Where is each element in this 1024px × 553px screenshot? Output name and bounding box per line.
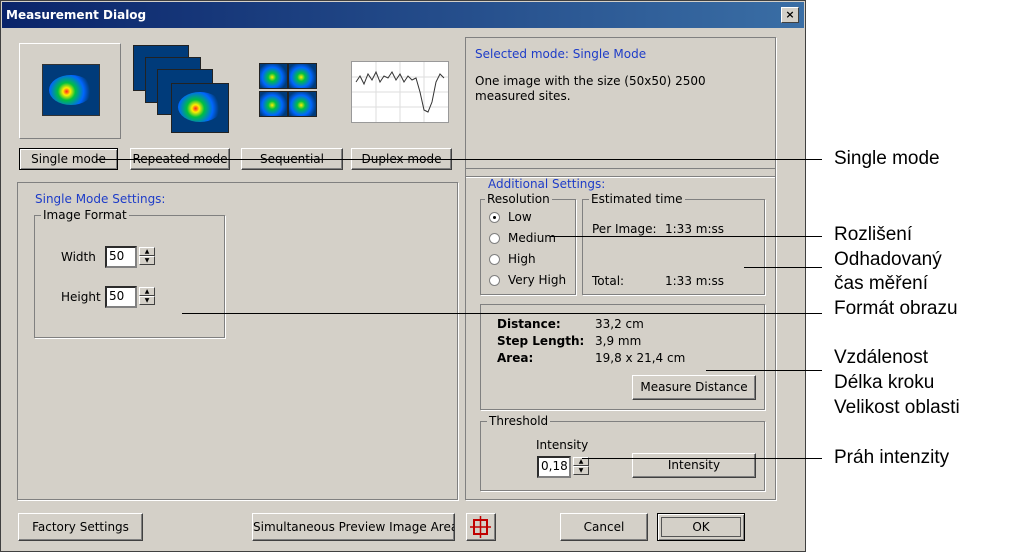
distance-value: 33,2 cm <box>595 317 644 331</box>
callout-line-threshold <box>582 458 822 459</box>
ok-button[interactable]: OK <box>657 513 745 541</box>
preview-area-button[interactable]: Simultaneous Preview Image Area <box>252 513 455 541</box>
radio-low-label[interactable]: Low <box>508 210 532 224</box>
single-mode-settings-panel: Single Mode Settings: Image Format Width… <box>17 182 458 500</box>
annotation-step-length: Délka kroku <box>834 372 935 393</box>
mode-info-panel: Selected mode: Single Mode One image wit… <box>465 37 776 177</box>
resolution-group: Resolution Low Medium High Very High <box>480 192 576 295</box>
height-label: Height <box>61 290 101 304</box>
repeated-scan-icon[interactable] <box>131 43 231 137</box>
annotation-resolution: Rozlišení <box>834 224 913 245</box>
annotation-distance: Vzdálenost <box>834 347 929 368</box>
callout-line-distance <box>706 370 822 371</box>
callout-line-image-format <box>182 313 822 314</box>
single-settings-heading: Single Mode Settings: <box>35 192 166 206</box>
radio-low[interactable] <box>489 212 500 223</box>
threshold-group: Threshold Intensity 0,18 ▲ ▼ Intensity <box>480 414 765 491</box>
resolution-legend: Resolution <box>485 192 552 206</box>
intensity-label: Intensity <box>536 438 589 452</box>
spin-down-icon[interactable]: ▼ <box>573 466 589 475</box>
step-length-value: 3,9 mm <box>595 334 642 348</box>
measurement-dialog: Measurement Dialog × Single mode Repeate… <box>0 0 806 552</box>
callout-line-resolution <box>550 236 822 237</box>
cancel-button[interactable]: Cancel <box>560 513 648 541</box>
measure-distance-button[interactable]: Measure Distance <box>632 375 756 400</box>
intensity-input[interactable]: 0,18 <box>537 456 571 478</box>
step-length-label: Step Length: <box>497 334 585 348</box>
width-spinner[interactable]: ▲ ▼ <box>139 247 155 265</box>
radio-high[interactable] <box>489 254 500 265</box>
selected-mode-heading: Selected mode: Single Mode <box>475 47 647 61</box>
distance-label: Distance: <box>497 317 561 331</box>
dialog-title: Measurement Dialog <box>6 8 147 22</box>
spin-up-icon[interactable]: ▲ <box>139 287 155 296</box>
title-bar[interactable]: Measurement Dialog × <box>2 2 804 28</box>
total-label: Total: <box>592 274 625 288</box>
additional-settings-panel: Additional Settings: Resolution Low Medi… <box>465 168 776 500</box>
callout-line-single-mode <box>96 159 822 160</box>
radio-very-high[interactable] <box>489 275 500 286</box>
annotation-area: Velikost oblasti <box>834 397 960 418</box>
width-input[interactable]: 50 <box>105 246 137 268</box>
mode-selection-panel: Single mode Repeated mode Sequential mod… <box>17 37 458 177</box>
height-spinner[interactable]: ▲ ▼ <box>139 287 155 305</box>
additional-settings-heading: Additional Settings: <box>488 177 606 191</box>
area-select-icon[interactable] <box>466 513 496 541</box>
callout-line-estimated <box>744 267 822 268</box>
threshold-legend: Threshold <box>487 414 551 428</box>
sequential-scan-icon[interactable] <box>257 61 317 121</box>
width-label: Width <box>61 250 96 264</box>
spin-down-icon[interactable]: ▼ <box>139 296 155 305</box>
factory-settings-button[interactable]: Factory Settings <box>18 513 143 541</box>
area-label: Area: <box>497 351 534 365</box>
image-format-group: Image Format Width 50 ▲ ▼ Height 50 ▲ ▼ <box>34 208 225 338</box>
estimated-time-group: Estimated time Per Image: 1:33 m:ss Tota… <box>582 192 765 295</box>
annotation-single-mode: Single mode <box>834 148 940 169</box>
spin-down-icon[interactable]: ▼ <box>139 256 155 265</box>
intensity-button[interactable]: Intensity <box>632 453 756 478</box>
estimated-time-legend: Estimated time <box>589 192 685 206</box>
intensity-spinner[interactable]: ▲ ▼ <box>573 457 589 475</box>
annotation-threshold: Práh intenzity <box>834 447 950 468</box>
radio-high-label[interactable]: High <box>508 252 536 266</box>
radio-medium-label[interactable]: Medium <box>508 231 556 245</box>
spin-up-icon[interactable]: ▲ <box>139 247 155 256</box>
area-value: 19,8 x 21,4 cm <box>595 351 686 365</box>
duplex-graph-icon[interactable] <box>351 61 449 123</box>
per-image-value: 1:33 m:ss <box>665 222 724 236</box>
distance-group: Distance: 33,2 cm Step Length: 3,9 mm Ar… <box>480 304 765 410</box>
single-scan-icon[interactable] <box>19 43 121 139</box>
image-format-legend: Image Format <box>41 208 129 222</box>
annotation-estimated-2: čas měření <box>834 273 928 294</box>
radio-medium[interactable] <box>489 233 500 244</box>
radio-very-high-label[interactable]: Very High <box>508 273 566 287</box>
per-image-label: Per Image: <box>592 222 657 236</box>
mode-description: One image with the size (50x50) 2500 mea… <box>475 74 706 103</box>
annotation-estimated-1: Odhadovaný <box>834 249 942 270</box>
total-value: 1:33 m:ss <box>665 274 724 288</box>
close-button[interactable]: × <box>781 7 799 23</box>
height-input[interactable]: 50 <box>105 286 137 308</box>
annotation-image-format: Formát obrazu <box>834 298 958 319</box>
